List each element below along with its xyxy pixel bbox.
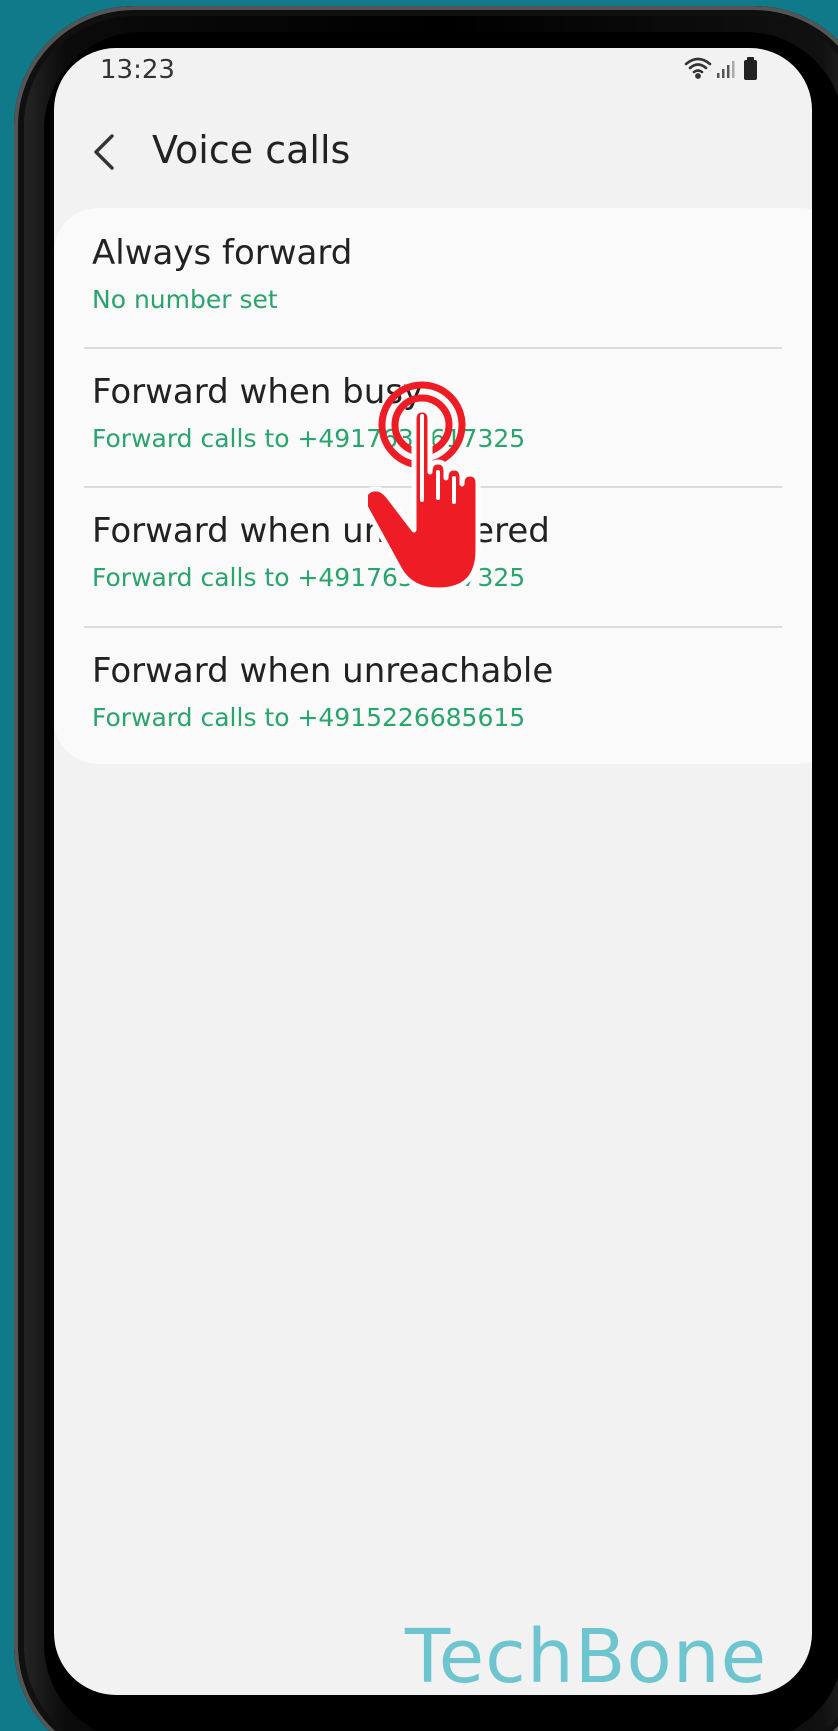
option-subtitle: Forward calls to +4917633617325 [92,563,526,592]
wifi-icon [684,57,712,79]
option-subtitle: No number set [92,285,278,314]
option-subtitle: Forward calls to +4917633617325 [92,424,526,453]
phone-screen: 13:23 Voice calls Always forward No numb… [54,48,812,1695]
option-title: Forward when unanswered [92,511,550,551]
signal-icon [717,61,735,78]
battery-icon [744,57,757,80]
stage: 13:23 Voice calls Always forward No numb… [0,0,838,1731]
forwarding-options-card: Always forward No number set Forward whe… [54,208,812,764]
chevron-left-icon [94,134,114,170]
back-button[interactable] [84,130,128,174]
option-forward-when-busy[interactable]: Forward when busy Forward calls to +4917… [54,347,774,486]
option-title: Forward when busy [92,372,424,412]
app-header: Voice calls [54,108,812,208]
option-forward-when-unreachable[interactable]: Forward when unreachable Forward calls t… [54,626,774,765]
option-forward-when-unanswered[interactable]: Forward when unanswered Forward calls to… [54,486,774,625]
status-bar: 13:23 [54,48,812,96]
option-title: Always forward [92,233,353,273]
page-title: Voice calls [152,128,351,172]
option-subtitle: Forward calls to +4915226685615 [92,703,526,732]
option-always-forward[interactable]: Always forward No number set [54,208,774,347]
status-icons [684,54,764,84]
status-time: 13:23 [100,55,175,85]
watermark-logo: TechBone [405,1614,768,1700]
option-title: Forward when unreachable [92,651,554,691]
